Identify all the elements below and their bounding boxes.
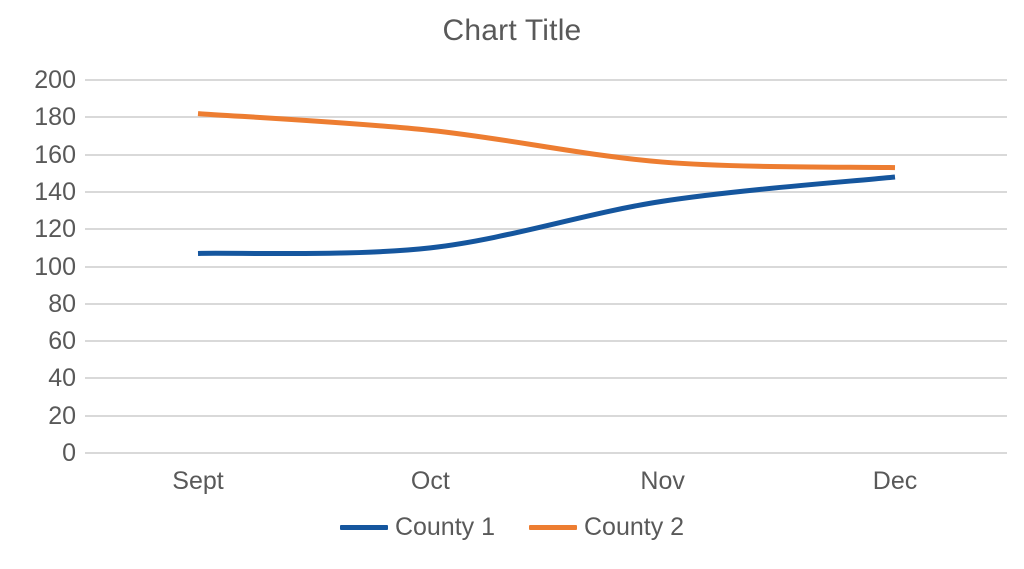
- plot-area: [85, 79, 1007, 454]
- series-lines: [197, 111, 896, 257]
- y-axis-tick-label: 60: [48, 327, 76, 356]
- legend-label: County 2: [584, 513, 685, 541]
- legend-item[interactable]: County 2: [529, 513, 684, 541]
- chart-container: Chart Title 200 180 160 140 120 100 80 60 40 20 0 …: [0, 0, 1024, 569]
- chart-legend: County 1 County 2: [0, 513, 1024, 541]
- y-axis-tick-label: 180: [34, 103, 76, 132]
- y-axis-tick-label: 140: [34, 177, 76, 206]
- legend-item[interactable]: County 1: [339, 513, 495, 541]
- y-axis-tick-label: 160: [34, 140, 76, 169]
- x-axis-tick-label: Nov: [640, 467, 685, 495]
- y-axis-tick-label: 20: [48, 401, 76, 430]
- chart-title: Chart Title: [442, 14, 582, 47]
- series-line: [197, 111, 896, 171]
- legend-line-swatch: [529, 524, 577, 530]
- y-axis-tick-label: 200: [34, 66, 76, 94]
- y-axis-tick-labels: 200 180 160 140 120 100 80 60 40 20 0: [0, 68, 76, 466]
- y-axis-tick-label: 120: [34, 215, 76, 244]
- y-axis-tick-label: 0: [62, 439, 76, 467]
- y-axis-tick-label: 100: [34, 252, 76, 281]
- x-axis-tick-labels: Sept Oct Nov Dec: [85, 466, 1007, 502]
- x-axis-tick-label: Sept: [172, 467, 224, 495]
- x-axis-tick-label: Dec: [872, 467, 918, 495]
- legend-label: County 1: [394, 513, 495, 541]
- y-axis-tick-label: 40: [48, 364, 76, 393]
- y-axis-tick-label: 80: [48, 289, 76, 318]
- series-line: [197, 174, 896, 257]
- x-axis-tick-label: Oct: [410, 467, 450, 495]
- legend-line-swatch: [339, 524, 388, 530]
